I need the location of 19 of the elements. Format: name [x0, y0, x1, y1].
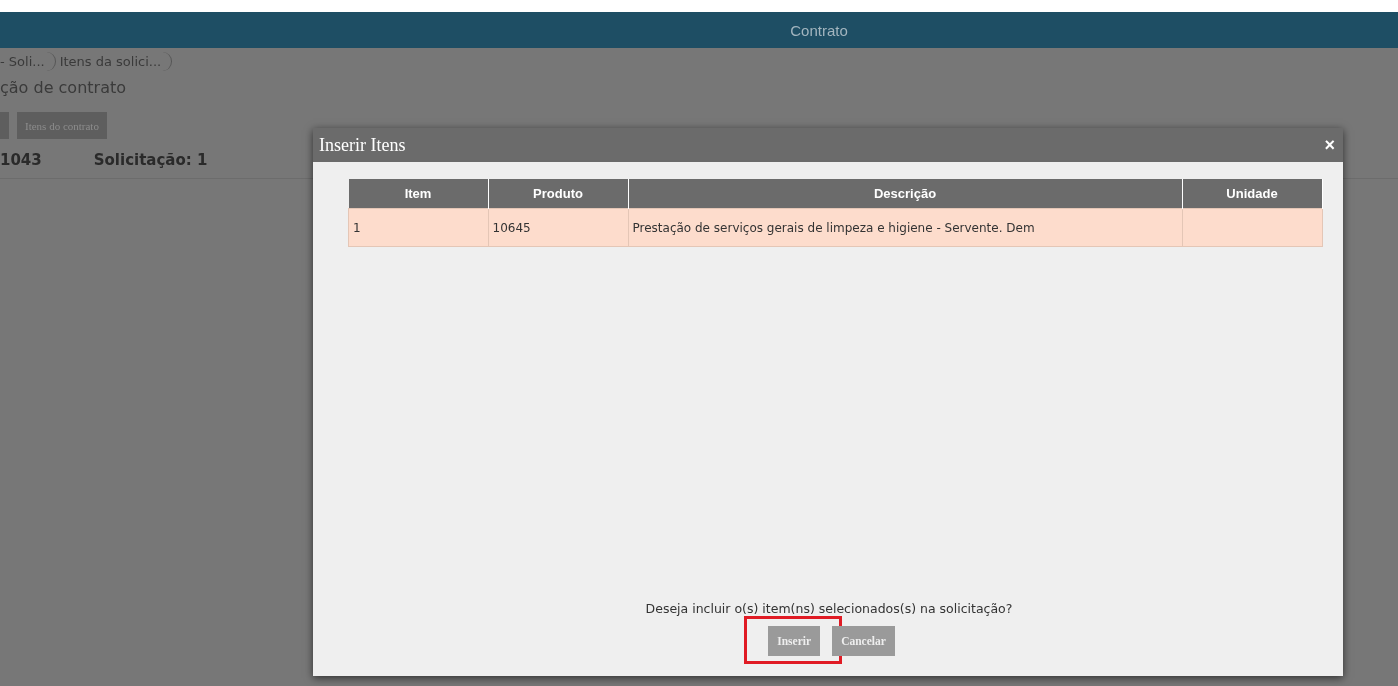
- table-cell: 1: [353, 220, 361, 235]
- close-button[interactable]: ×: [1322, 136, 1337, 154]
- dialog-button[interactable]: Cancelar: [832, 626, 895, 656]
- confirm-message: Deseja incluir o(s) item(ns) selecionados(s) na solicitação?: [644, 601, 1014, 616]
- app-title: Contrato: [790, 21, 848, 39]
- toolbar-button[interactable]: [0, 112, 9, 139]
- info-label: 1043: [0, 151, 42, 169]
- info-label: Solicitação: 1: [93, 151, 208, 169]
- column-header: Unidade: [1182, 179, 1322, 209]
- column-header: Descrição: [628, 179, 1182, 209]
- table-cell: Prestação de serviços gerais de limpeza e higiene - Servente. Dem: [632, 220, 1035, 235]
- table-cell: 10645: [492, 220, 531, 235]
- breadcrumb-tab[interactable]: - Soli...: [0, 51, 56, 71]
- breadcrumb-tab[interactable]: Itens da solici...: [59, 51, 173, 71]
- dialog-button[interactable]: Inserir: [768, 626, 821, 656]
- dialog-title: Inserir Itens: [319, 134, 406, 156]
- page-title: ção de contrato: [0, 78, 127, 99]
- column-header: Item: [348, 179, 488, 209]
- column-header: Produto: [488, 179, 628, 209]
